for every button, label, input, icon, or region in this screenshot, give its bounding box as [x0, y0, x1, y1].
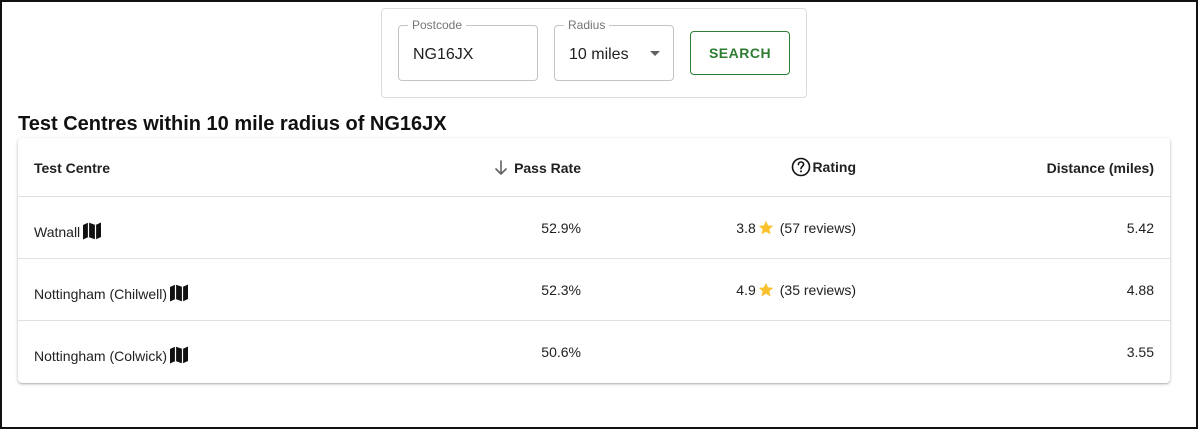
postcode-input[interactable]: NG16JX: [413, 45, 473, 65]
distance-cell: 3.55: [1126, 344, 1154, 360]
radius-select[interactable]: Radius 10 miles: [554, 18, 674, 81]
table-row: Watnall 52.9% 3.8 (57 reviews) 5.42: [18, 197, 1170, 259]
results-table: Test Centre Pass Rate Rating Distance (m…: [18, 138, 1170, 383]
column-header-test-centre[interactable]: Test Centre: [34, 159, 110, 177]
pass-rate-cell: 50.6%: [541, 344, 581, 360]
star-icon: [758, 282, 773, 297]
map-icon[interactable]: [82, 221, 102, 241]
table-row: Nottingham (Chilwell) 52.3% 4.9 (35 revi…: [18, 259, 1170, 321]
centre-cell: Watnall: [34, 213, 102, 241]
pass-rate-cell: 52.9%: [541, 220, 581, 236]
radius-label: Radius: [564, 18, 610, 32]
postcode-label: Postcode: [408, 18, 467, 32]
centre-name: Nottingham (Chilwell): [34, 286, 168, 302]
app-frame: Postcode NG16JX Radius 10 miles SEARCH T…: [0, 0, 1198, 429]
column-header-rating[interactable]: Rating: [791, 157, 856, 177]
rating-cell: 4.9 (35 reviews): [736, 281, 856, 299]
table-row: Nottingham (Colwick) 50.6% 3.55: [18, 321, 1170, 383]
rating-cell: 3.8 (57 reviews): [736, 219, 856, 237]
arrow-down-icon: [495, 160, 507, 175]
column-header-distance[interactable]: Distance (miles): [1047, 159, 1154, 177]
chevron-down-icon[interactable]: [650, 51, 660, 56]
pass-rate-label: Pass Rate: [514, 160, 581, 176]
results-title: Test Centres within 10 mile radius of NG…: [18, 113, 447, 135]
search-panel: Postcode NG16JX Radius 10 miles SEARCH: [381, 8, 807, 98]
help-circle-icon[interactable]: [791, 157, 811, 177]
pass-rate-cell: 52.3%: [541, 282, 581, 298]
rating-value: 4.9: [736, 282, 756, 298]
star-icon: [758, 220, 773, 235]
review-count: (57 reviews): [779, 220, 856, 236]
centre-name: Watnall: [34, 224, 81, 240]
distance-cell: 4.88: [1126, 282, 1154, 298]
distance-cell: 5.42: [1126, 220, 1154, 236]
centre-cell: Nottingham (Colwick): [34, 337, 189, 365]
search-button[interactable]: SEARCH: [690, 31, 790, 75]
table-header-row: Test Centre Pass Rate Rating Distance (m…: [18, 138, 1170, 197]
review-count: (35 reviews): [779, 282, 856, 298]
map-icon[interactable]: [169, 283, 189, 303]
postcode-field[interactable]: Postcode NG16JX: [398, 18, 538, 81]
column-header-pass-rate[interactable]: Pass Rate: [494, 159, 581, 177]
radius-value[interactable]: 10 miles: [569, 45, 629, 65]
centre-name: Nottingham (Colwick): [34, 348, 168, 364]
rating-value: 3.8: [736, 220, 756, 236]
rating-label: Rating: [812, 159, 856, 175]
map-icon[interactable]: [169, 345, 189, 365]
centre-cell: Nottingham (Chilwell): [34, 275, 189, 303]
